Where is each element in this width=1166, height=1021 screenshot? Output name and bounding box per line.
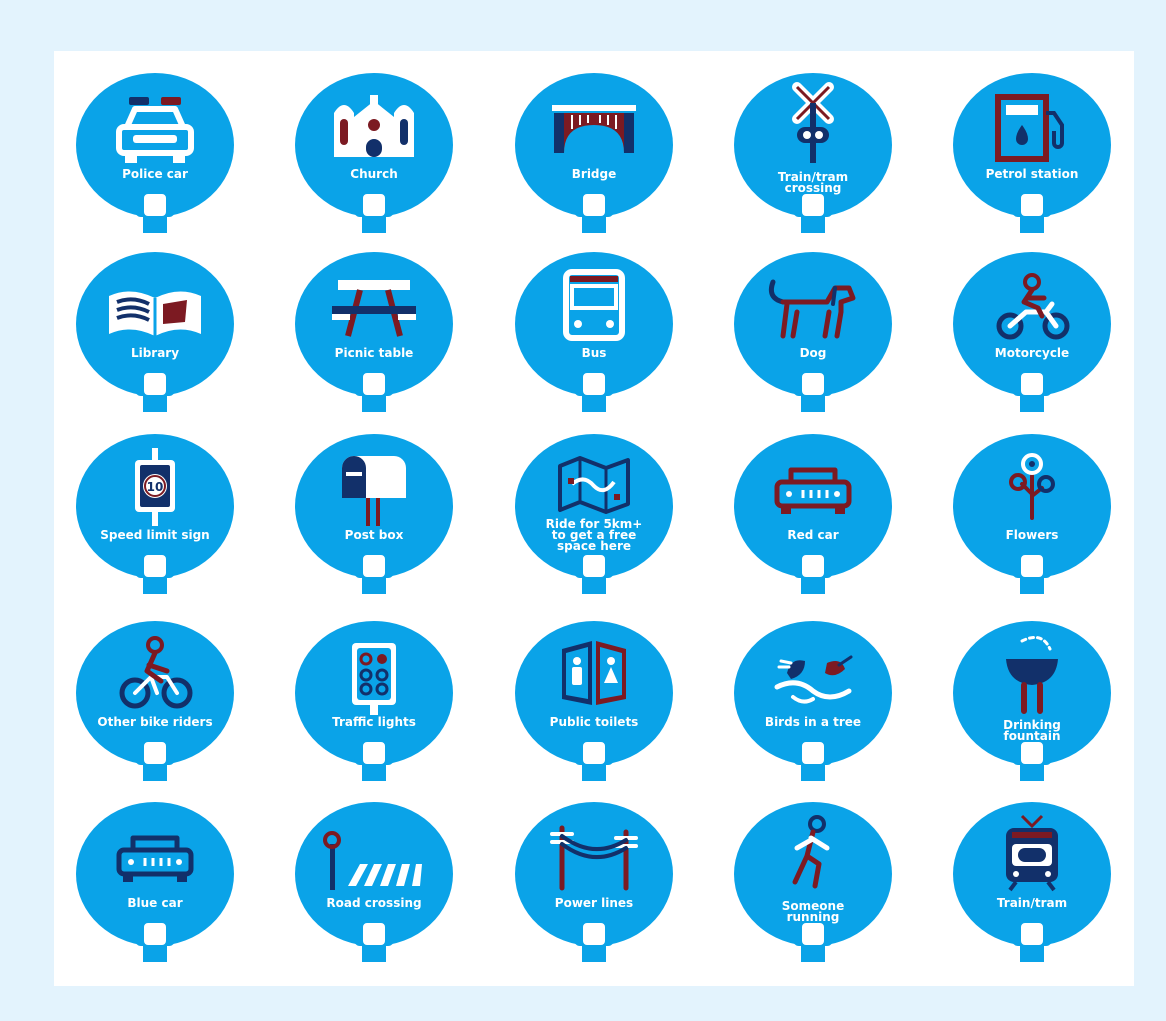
- checkbox[interactable]: [582, 922, 606, 946]
- bingo-board: Police car Church Bridge Train/tram cros…: [54, 51, 1134, 986]
- checkbox[interactable]: [582, 554, 606, 578]
- tile-label: Police car: [122, 167, 188, 181]
- checkbox[interactable]: [1020, 193, 1044, 217]
- tile-train-tram: Train/tram: [952, 802, 1112, 992]
- tile-church: Church: [294, 73, 454, 263]
- tile-label: Train/tram crossing: [777, 170, 849, 195]
- tile-label: Blue car: [127, 896, 183, 910]
- tile-someone-running: Someone running: [733, 802, 893, 992]
- tile-other-bike-riders: Other bike riders: [75, 621, 235, 811]
- tile-label: Speed limit sign: [100, 528, 210, 542]
- tile-drinking-fountain: Drinking fountain: [952, 621, 1112, 811]
- tile-motorcycle: Motorcycle: [952, 252, 1112, 442]
- tile-traffic-lights: Traffic lights: [294, 621, 454, 811]
- tile-label: Flowers: [1005, 528, 1059, 542]
- tile-bus: Bus: [514, 252, 674, 442]
- tile-post-box: Post box: [294, 434, 454, 624]
- checkbox[interactable]: [582, 372, 606, 396]
- tile-picnic-table: Picnic table: [294, 252, 454, 442]
- tile-train-tram-crossing: Train/tram crossing: [733, 73, 893, 263]
- tile-dog: Dog: [733, 252, 893, 442]
- tile-road-crossing: Road crossing: [294, 802, 454, 992]
- tile-blue-car: Blue car: [75, 802, 235, 992]
- checkbox[interactable]: [801, 554, 825, 578]
- tile-label: Ride for 5km+ to get a free space here: [545, 517, 643, 553]
- checkbox[interactable]: [362, 372, 386, 396]
- tile-label: Other bike riders: [97, 715, 213, 729]
- tile-label: Road crossing: [326, 896, 422, 910]
- checkbox[interactable]: [801, 741, 825, 765]
- checkbox[interactable]: [362, 193, 386, 217]
- tile-label: Traffic lights: [332, 715, 416, 729]
- svg-text:10: 10: [147, 480, 164, 494]
- checkbox[interactable]: [143, 741, 167, 765]
- tile-speed-limit-sign: 10 Speed limit sign: [75, 434, 235, 624]
- tile-background: [734, 73, 892, 233]
- tile-label: Drinking fountain: [1003, 718, 1061, 743]
- tile-bridge: Bridge: [514, 73, 674, 263]
- tile-red-car: Red car: [733, 434, 893, 624]
- checkbox[interactable]: [1020, 554, 1044, 578]
- open-book-icon: [109, 291, 201, 336]
- tile-free-space: Ride for 5km+ to get a free space here: [514, 434, 674, 624]
- checkbox[interactable]: [1020, 741, 1044, 765]
- checkbox[interactable]: [143, 193, 167, 217]
- tile-label: Someone running: [781, 899, 845, 924]
- checkbox[interactable]: [582, 741, 606, 765]
- checkbox[interactable]: [801, 922, 825, 946]
- checkbox[interactable]: [1020, 922, 1044, 946]
- tile-background: [953, 621, 1111, 781]
- checkbox[interactable]: [801, 372, 825, 396]
- traffic-lights-icon: [352, 643, 396, 715]
- checkbox[interactable]: [362, 741, 386, 765]
- tile-label: Bus: [581, 346, 607, 360]
- tile-label: Dog: [799, 346, 827, 360]
- checkbox[interactable]: [143, 554, 167, 578]
- tile-label: Bridge: [571, 167, 617, 181]
- checkbox[interactable]: [582, 193, 606, 217]
- checkbox[interactable]: [143, 372, 167, 396]
- tile-library: Library: [75, 252, 235, 442]
- tile-birds-in-a-tree: Birds in a tree: [733, 621, 893, 811]
- checkbox[interactable]: [1020, 372, 1044, 396]
- tile-label: Petrol station: [985, 167, 1079, 181]
- tile-petrol-station: Petrol station: [952, 73, 1112, 263]
- tile-label: Library: [130, 346, 180, 360]
- tile-label: Public toilets: [549, 715, 639, 729]
- tile-label: Birds in a tree: [764, 715, 862, 729]
- checkbox[interactable]: [362, 922, 386, 946]
- tile-label: Church: [350, 167, 398, 181]
- checkbox[interactable]: [801, 193, 825, 217]
- tile-label: Post box: [344, 528, 404, 542]
- tile-label: Red car: [787, 528, 839, 542]
- tile-public-toilets: Public toilets: [514, 621, 674, 811]
- tile-label: Power lines: [554, 896, 634, 910]
- tile-label: Picnic table: [334, 346, 414, 360]
- checkbox[interactable]: [143, 922, 167, 946]
- tile-police-car: Police car: [75, 73, 235, 263]
- tile-flowers: Flowers: [952, 434, 1112, 624]
- checkbox[interactable]: [362, 554, 386, 578]
- tile-background: [734, 802, 892, 962]
- tile-power-lines: Power lines: [514, 802, 674, 992]
- tile-label: Train/tram: [996, 896, 1068, 910]
- tile-label: Motorcycle: [994, 346, 1070, 360]
